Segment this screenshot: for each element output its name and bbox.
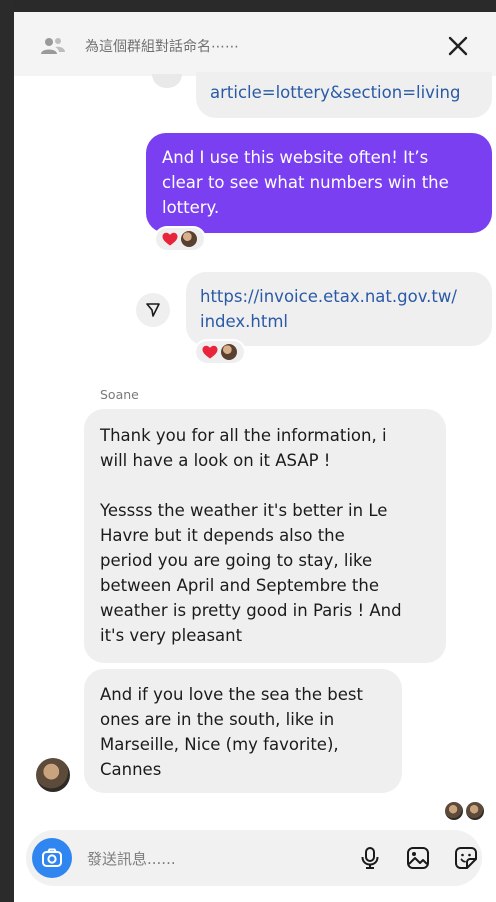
seen-by-avatar (445, 802, 463, 820)
outgoing-link-bubble[interactable]: article=lottery&section=living (196, 72, 492, 118)
message-line: Havre but it depends also the (100, 526, 345, 545)
reaction-pill[interactable] (154, 226, 206, 252)
heart-icon (202, 345, 218, 359)
outgoing-message-bubble[interactable]: And I use this website often! It’s clear… (146, 133, 492, 233)
image-icon[interactable] (406, 846, 430, 870)
incoming-message-bubble[interactable]: And if you love the sea the best ones ar… (84, 669, 402, 793)
chat-header: 為這個群組對話命名⋯⋯ (14, 12, 496, 76)
link-line[interactable]: index.html (200, 309, 478, 334)
message-composer: 發送訊息...... (26, 830, 482, 886)
reactor-avatar (181, 231, 197, 247)
microphone-icon[interactable] (358, 846, 382, 870)
message-line: will have a look on it ASAP ! (100, 451, 331, 470)
message-line: lottery. (162, 198, 220, 217)
reaction-pill[interactable] (194, 339, 246, 365)
chat-screen: 為這個群組對話命名⋯⋯ article=lottery&section=livi… (14, 12, 496, 902)
sticker-icon[interactable] (454, 846, 478, 870)
message-line: Cannes (100, 760, 162, 779)
group-name-prompt[interactable]: 為這個群組對話命名⋯⋯ (85, 36, 239, 56)
message-line: Marseille, Nice (my favorite), (100, 735, 339, 754)
reactor-avatar (221, 344, 237, 360)
message-line: And I use this website often! It’s (162, 148, 429, 167)
message-input[interactable]: 發送訊息...... (87, 848, 176, 869)
heart-icon (162, 232, 178, 246)
message-line (100, 473, 430, 498)
camera-icon (42, 848, 62, 867)
share-button[interactable] (136, 293, 170, 327)
incoming-message-bubble[interactable]: Thank you for all the information, i wil… (84, 409, 446, 663)
link-line[interactable]: https://invoice.etax.nat.gov.tw/ (200, 284, 478, 309)
message-line: clear to see what numbers win the (162, 173, 449, 192)
message-line: ones are in the south, like in (100, 710, 335, 729)
message-line: Thank you for all the information, i (100, 426, 387, 445)
device-frame-left (0, 0, 14, 902)
message-line: it's very pleasant (100, 626, 243, 645)
outgoing-link-bubble[interactable]: https://invoice.etax.nat.gov.tw/ index.h… (186, 272, 492, 346)
message-line: between April and Septembre the (100, 576, 380, 595)
camera-button[interactable] (32, 838, 72, 878)
hidden-share-button (152, 74, 182, 88)
device-frame-top (0, 0, 496, 12)
seen-by-avatar (466, 802, 484, 820)
sender-avatar[interactable] (36, 758, 70, 792)
message-line: weather is pretty good in Paris ! And (100, 601, 402, 620)
sender-name: Soane (100, 387, 139, 402)
close-icon[interactable] (446, 34, 470, 58)
message-line: period you are going to stay, like (100, 551, 373, 570)
message-line: And if you love the sea the best (100, 685, 363, 704)
people-icon (41, 38, 65, 54)
message-line: Yessss the weather it's better in Le (100, 501, 388, 520)
link-text[interactable]: article=lottery&section=living (210, 83, 460, 102)
send-icon (146, 303, 160, 317)
